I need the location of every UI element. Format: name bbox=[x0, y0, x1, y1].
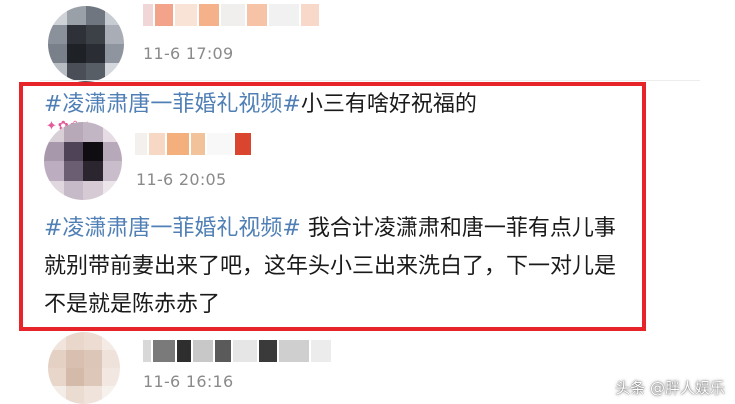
comment-timestamp: 11-6 17:09 bbox=[143, 44, 234, 63]
divider bbox=[40, 80, 700, 81]
username-blurred[interactable] bbox=[135, 133, 285, 155]
avatar[interactable] bbox=[48, 6, 124, 82]
username-blurred[interactable] bbox=[143, 4, 323, 26]
avatar[interactable] bbox=[44, 122, 122, 200]
hashtag-link[interactable]: #凌潇肃唐一菲婚礼视频# bbox=[44, 216, 301, 241]
watermark: 头条 @胖人娱乐 bbox=[615, 379, 725, 397]
comment-timestamp: 11-6 20:05 bbox=[136, 170, 227, 189]
avatar[interactable] bbox=[48, 332, 120, 404]
comment-timestamp: 11-6 16:16 bbox=[143, 372, 234, 391]
username-blurred[interactable] bbox=[143, 340, 333, 362]
reply-text: #凌潇肃唐一菲婚礼视频# 我合计凌潇肃和唐一菲有点儿事就别带前妻出来了吧，这年头… bbox=[44, 216, 617, 317]
post-text: #凌潇肃唐一菲婚礼视频#小三有啥好祝福的 bbox=[44, 92, 477, 117]
hashtag-link[interactable]: #凌潇肃唐一菲婚礼视频# bbox=[44, 92, 301, 117]
